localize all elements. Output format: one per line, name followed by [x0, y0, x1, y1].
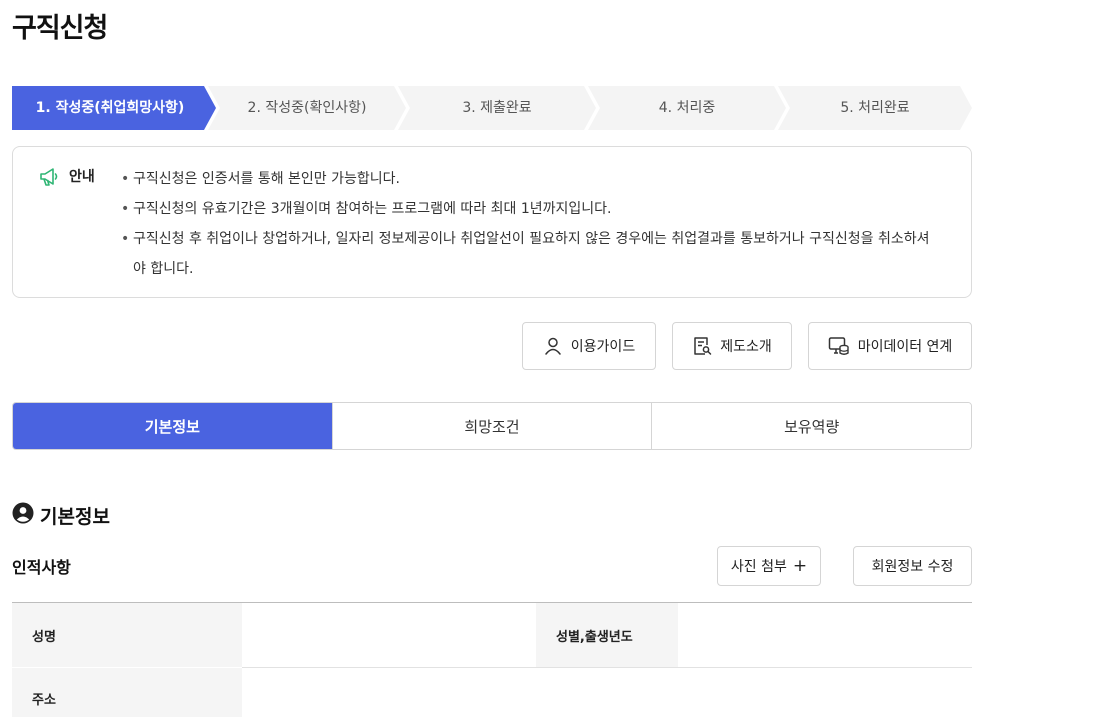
section-heading: 기본정보: [12, 502, 110, 529]
gender-birth-label: 성별,출생년도: [556, 629, 633, 645]
edit-member-info-label: 회원정보 수정: [871, 559, 954, 575]
document-search-icon: [692, 336, 712, 356]
attach-photo-label: 사진 첨부: [730, 559, 787, 575]
notice-box: 안내 구직신청은 인증서를 통해 본인만 가능합니다. 구직신청의 유효기간은 …: [12, 146, 972, 298]
tab-basic-info[interactable]: 기본정보: [13, 403, 332, 449]
system-intro-button[interactable]: 제도소개: [672, 322, 792, 370]
megaphone-icon: [39, 167, 61, 187]
name-header: 성명: [12, 603, 242, 667]
mydata-icon: [828, 336, 850, 356]
gender-birth-header: 성별,출생년도: [536, 603, 678, 667]
row-divider: [242, 667, 972, 668]
plus-icon: +: [792, 556, 808, 576]
name-label: 성명: [32, 629, 56, 645]
page-title: 구직신청: [12, 13, 108, 44]
edit-member-info-button[interactable]: 회원정보 수정: [853, 546, 972, 586]
step-5: 5. 처리완료: [840, 100, 910, 116]
section-title: 기본정보: [40, 506, 110, 528]
step-4: 4. 처리중: [658, 100, 716, 116]
mydata-label: 마이데이터 연계: [857, 339, 953, 355]
system-intro-label: 제도소개: [720, 339, 772, 355]
address-header: 주소: [12, 668, 242, 717]
tab-desired-conditions[interactable]: 희망조건: [331, 403, 652, 449]
step-1: 1. 작성중(취업희망사항): [35, 100, 185, 116]
notice-item: 구직신청 후 취업이나 창업하거나, 일자리 정보제공이나 취업알선이 필요하지…: [121, 224, 941, 284]
step-progress: 1. 작성중(취업희망사항) 2. 작성중(확인사항) 3. 제출완료 4. 처…: [12, 86, 972, 130]
notice-title: 안내: [69, 169, 95, 185]
section-tabs: 기본정보 희망조건 보유역량: [12, 402, 972, 450]
user-circle-icon: [12, 502, 34, 529]
usage-guide-label: 이용가이드: [570, 339, 636, 355]
person-icon: [543, 336, 563, 356]
usage-guide-button[interactable]: 이용가이드: [522, 322, 656, 370]
attach-photo-button[interactable]: 사진 첨부 +: [717, 546, 821, 586]
notice-list: 구직신청은 인증서를 통해 본인만 가능합니다. 구직신청의 유효기간은 3개월…: [121, 164, 941, 284]
step-3: 3. 제출완료: [462, 100, 532, 116]
notice-item: 구직신청의 유효기간은 3개월이며 참여하는 프로그램에 따라 최대 1년까지입…: [121, 194, 941, 224]
address-label: 주소: [32, 692, 56, 708]
step-2: 2. 작성중(확인사항): [247, 100, 367, 116]
notice-item: 구직신청은 인증서를 통해 본인만 가능합니다.: [121, 164, 941, 194]
tab-capabilities[interactable]: 보유역량: [651, 403, 971, 449]
mydata-link-button[interactable]: 마이데이터 연계: [808, 322, 972, 370]
personal-info-title: 인적사항: [12, 558, 71, 577]
